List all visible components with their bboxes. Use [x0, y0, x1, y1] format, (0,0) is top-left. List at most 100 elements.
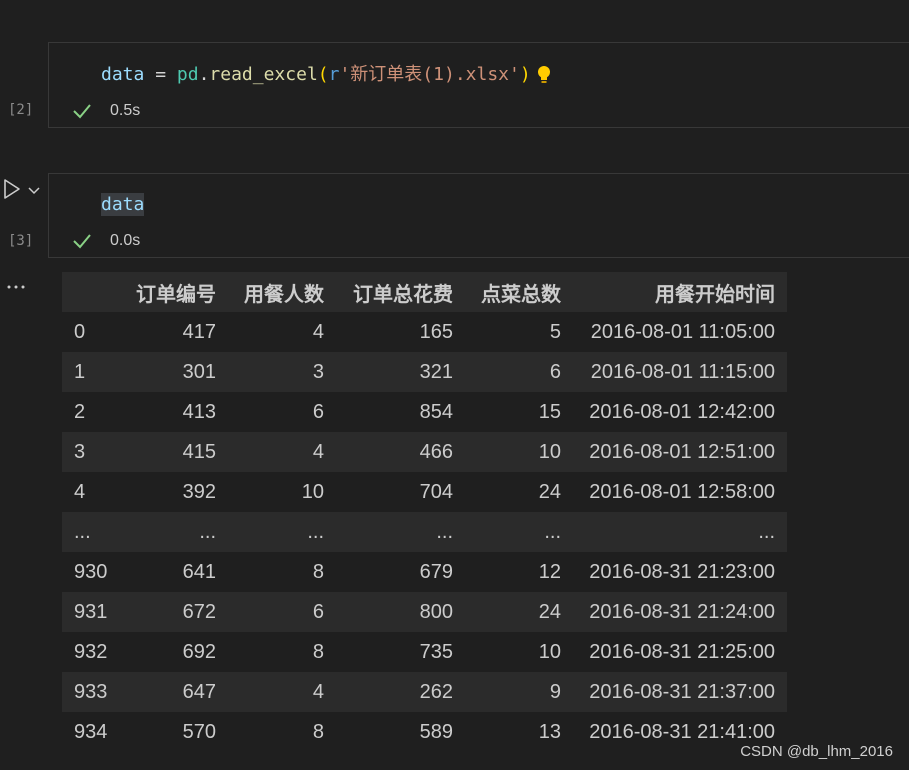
row-index: ... [62, 512, 120, 552]
table-cell: 692 [120, 632, 228, 672]
execution-duration: 0.5s [110, 102, 141, 119]
row-index: 1 [62, 352, 120, 392]
table-row: 932 692 8 735 10 2016-08-31 21:25:00 [62, 632, 787, 672]
execution-count: [2] [8, 102, 34, 118]
table-cell: 9 [465, 672, 573, 712]
table-cell: 321 [336, 352, 465, 392]
row-index: 933 [62, 672, 120, 712]
table-cell: 8 [228, 632, 336, 672]
run-icon[interactable] [3, 178, 21, 200]
row-index: 931 [62, 592, 120, 632]
table-cell: 2016-08-01 11:15:00 [573, 352, 787, 392]
code-line[interactable]: data = pd.read_excel(r'新订单表(1).xlsx') [101, 64, 555, 86]
table-cell: 589 [336, 712, 465, 752]
table-cell: 2016-08-31 21:24:00 [573, 592, 787, 632]
table-row: 2 413 6 854 15 2016-08-01 12:42:00 [62, 392, 787, 432]
table-cell: 2016-08-01 12:58:00 [573, 472, 787, 512]
column-header-index [62, 272, 120, 312]
table-cell: 735 [336, 632, 465, 672]
cell-output: 订单编号 用餐人数 订单总花费 点菜总数 用餐开始时间 0 417 4 165 … [62, 272, 787, 752]
table-cell: 704 [336, 472, 465, 512]
table-cell: 672 [120, 592, 228, 632]
row-index: 934 [62, 712, 120, 752]
row-index: 2 [62, 392, 120, 432]
chevron-down-icon[interactable] [27, 182, 41, 195]
table-cell: 10 [465, 432, 573, 472]
table-cell: 641 [120, 552, 228, 592]
table-row-ellipsis: ... ... ... ... ... ... [62, 512, 787, 552]
table-cell: 392 [120, 472, 228, 512]
table-row: 934 570 8 589 13 2016-08-31 21:41:00 [62, 712, 787, 752]
execution-count: [3] [8, 233, 34, 249]
code-cell-2[interactable]: data [48, 173, 909, 258]
table-cell: 679 [336, 552, 465, 592]
check-icon [70, 99, 94, 123]
table-row: 1 301 3 321 6 2016-08-01 11:15:00 [62, 352, 787, 392]
code-line[interactable]: data [101, 193, 145, 216]
table-cell: 2016-08-31 21:37:00 [573, 672, 787, 712]
table-cell: 15 [465, 392, 573, 432]
table-cell: 8 [228, 712, 336, 752]
table-cell: 2016-08-01 12:42:00 [573, 392, 787, 432]
table-cell: 12 [465, 552, 573, 592]
row-index: 0 [62, 312, 120, 352]
table-row: 0 417 4 165 5 2016-08-01 11:05:00 [62, 312, 787, 352]
row-index: 930 [62, 552, 120, 592]
table-cell: 4 [228, 312, 336, 352]
table-row: 930 641 8 679 12 2016-08-31 21:23:00 [62, 552, 787, 592]
table-cell: 4 [228, 672, 336, 712]
table-cell: 165 [336, 312, 465, 352]
table-cell: ... [120, 512, 228, 552]
ellipsis-icon[interactable] [6, 276, 26, 289]
table-cell: 6 [228, 592, 336, 632]
table-cell: 2016-08-01 12:51:00 [573, 432, 787, 472]
table-cell: 466 [336, 432, 465, 472]
table-cell: ... [573, 512, 787, 552]
column-header: 订单总花费 [336, 272, 465, 312]
table-cell: 13 [465, 712, 573, 752]
table-cell: 854 [336, 392, 465, 432]
table-row: 931 672 6 800 24 2016-08-31 21:24:00 [62, 592, 787, 632]
column-header: 点菜总数 [465, 272, 573, 312]
column-header: 用餐开始时间 [573, 272, 787, 312]
table-cell: ... [228, 512, 336, 552]
dataframe-table: 订单编号 用餐人数 订单总花费 点菜总数 用餐开始时间 0 417 4 165 … [62, 272, 787, 752]
table-cell: 6 [228, 392, 336, 432]
table-cell: 413 [120, 392, 228, 432]
table-cell: 10 [228, 472, 336, 512]
check-icon [70, 229, 94, 253]
table-cell: 800 [336, 592, 465, 632]
row-index: 4 [62, 472, 120, 512]
table-cell: 647 [120, 672, 228, 712]
table-cell: 262 [336, 672, 465, 712]
table-cell: 417 [120, 312, 228, 352]
table-cell: 24 [465, 592, 573, 632]
table-cell: 8 [228, 552, 336, 592]
table-cell: 2016-08-01 11:05:00 [573, 312, 787, 352]
table-cell: 3 [228, 352, 336, 392]
cell-status: 0.0s [70, 229, 140, 253]
table-cell: 5 [465, 312, 573, 352]
watermark: CSDN @db_lhm_2016 [740, 743, 893, 760]
table-cell: 301 [120, 352, 228, 392]
table-cell: 6 [465, 352, 573, 392]
code-cell-1[interactable]: data = pd.read_excel(r'新订单表(1).xlsx') [48, 42, 909, 128]
table-cell: 2016-08-31 21:23:00 [573, 552, 787, 592]
row-index: 932 [62, 632, 120, 672]
table-row: 3 415 4 466 10 2016-08-01 12:51:00 [62, 432, 787, 472]
table-header-row: 订单编号 用餐人数 订单总花费 点菜总数 用餐开始时间 [62, 272, 787, 312]
execution-duration: 0.0s [110, 232, 141, 249]
cell-status: 0.5s [70, 99, 140, 123]
column-header: 订单编号 [120, 272, 228, 312]
table-cell: 24 [465, 472, 573, 512]
table-cell: ... [336, 512, 465, 552]
table-cell: 4 [228, 432, 336, 472]
table-cell: ... [465, 512, 573, 552]
table-cell: 10 [465, 632, 573, 672]
table-cell: 2016-08-31 21:25:00 [573, 632, 787, 672]
column-header: 用餐人数 [228, 272, 336, 312]
table-cell: 415 [120, 432, 228, 472]
lightbulb-icon[interactable] [533, 64, 555, 86]
row-index: 3 [62, 432, 120, 472]
table-cell: 570 [120, 712, 228, 752]
